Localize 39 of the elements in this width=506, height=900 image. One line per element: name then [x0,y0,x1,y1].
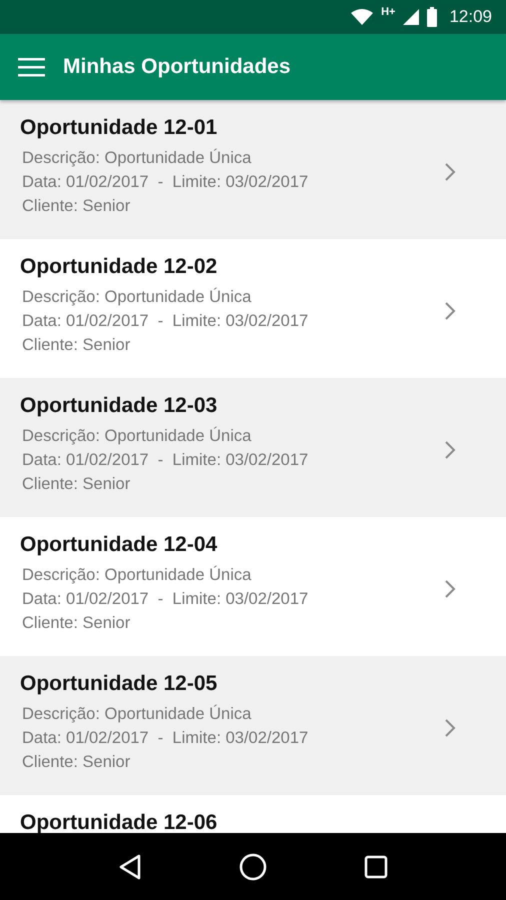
description-text: Descrição: Oportunidade Única [21,704,252,725]
opportunity-title: Oportunidade 12-06 [20,811,218,833]
recents-icon[interactable] [364,854,388,878]
opportunity-title: Oportunidade 12-03 [20,394,218,418]
client-text: Cliente: Senior [21,196,132,217]
client-text: Cliente: Senior [21,474,132,495]
opportunity-title: Oportunidade 12-01 [20,116,218,140]
menu-icon[interactable] [18,57,45,77]
dates-text: Data: 01/02/2017 - Limite: 03/02/2017 [21,450,308,471]
chevron-icon [444,301,456,321]
chevron-icon [444,579,456,599]
clock: 12:09 [449,7,492,27]
opportunity-title: Oportunidade 12-04 [20,533,218,557]
description-text: Descrição: Oportunidade Única [21,426,252,447]
opportunity-title: Oportunidade 12-02 [20,255,218,279]
dates-text: Data: 01/02/2017 - Limite: 03/02/2017 [21,589,308,610]
opportunity-row[interactable]: Oportunidade 12-05 Descrição: Oportunidade Única Data: 01/02/2017 - Limite: 03/02/2017 Cliente: Senior [0,656,506,795]
signal-icon [403,9,420,25]
chevron-icon [444,718,456,738]
client-text: Cliente: Senior [21,613,132,634]
description-text: Descrição: Oportunidade Única [21,286,252,308]
dates-text: Data: 01/02/2017 - Limite: 03/02/2017 [21,311,308,332]
chevron-icon [444,440,456,460]
battery-icon [427,7,438,27]
dates-text: Data: 01/02/2017 - Limite: 03/02/2017 [21,728,308,749]
dates-text: Data: 01/02/2017 - Limite: 03/02/2017 [21,172,308,193]
client-text: Cliente: Senior [21,335,132,356]
description-text: Descrição: Oportunidade Única [21,148,252,169]
client-text: Cliente: Senior [21,752,132,773]
chevron-icon [444,162,456,182]
back-icon[interactable] [118,854,142,880]
opportunity-row[interactable]: Oportunidade 12-03 Descrição: Oportunidade Única Data: 01/02/2017 - Limite: 03/02/2017 Cliente: Senior [0,378,506,517]
screen-title: Minhas Oportunidades [63,55,291,79]
description-text: Descrição: Oportunidade Única [21,564,252,586]
home-icon[interactable] [238,852,267,880]
opportunity-row[interactable]: Oportunidade 12-01 Descrição: Oportunidade Única Data: 01/02/2017 - Limite: 03/02/2017 Cliente: Senior [0,100,506,239]
network-type: H+ [381,6,396,18]
opportunity-title: Oportunidade 12-05 [20,672,218,696]
wifi-icon [351,9,374,25]
